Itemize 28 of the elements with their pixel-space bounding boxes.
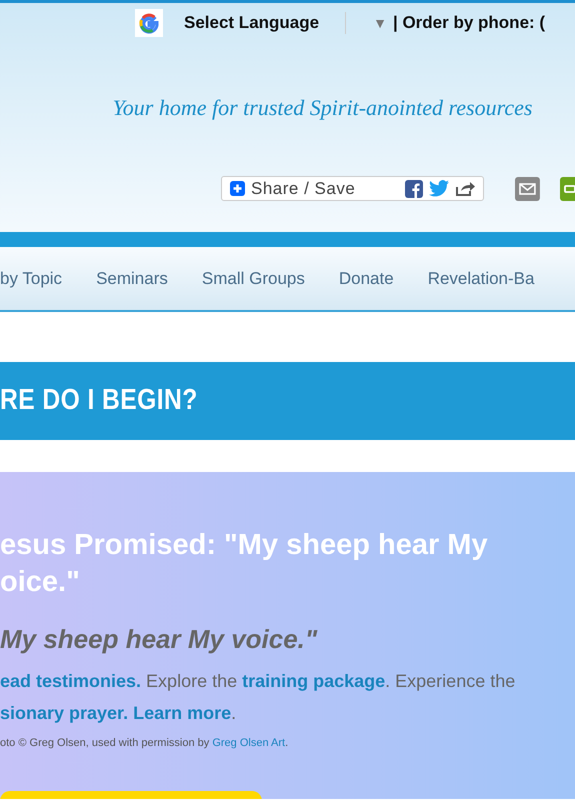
nav-link[interactable]: by Topic — [0, 266, 62, 292]
link[interactable]: sionary prayer. — [0, 703, 128, 723]
order-by-phone-text: | Order by phone: ( — [392, 12, 546, 34]
plus-icon — [230, 181, 245, 196]
google-logo-icon — [135, 9, 163, 37]
facebook-icon — [405, 180, 424, 198]
email-icon[interactable] — [515, 176, 540, 200]
link[interactable]: Greg Olsen Art — [212, 737, 286, 749]
section-heading: RE DO I BEGIN? — [0, 383, 198, 418]
nav-link[interactable]: Donate — [338, 266, 394, 292]
hero-heading-line: esus Promised: "My sheep hear My — [0, 528, 489, 563]
dropdown-caret-icon[interactable]: ▼ — [373, 12, 387, 34]
twitter-icon — [429, 180, 450, 197]
share-arrow-icon — [455, 180, 476, 197]
nav-link[interactable]: Seminars — [96, 266, 168, 292]
link[interactable]: ead testimonies. — [0, 671, 142, 691]
language-selector[interactable]: Select Language — [184, 10, 320, 36]
nav-link[interactable]: Revelation-Ba — [428, 266, 534, 292]
tagline: Your home for trusted Spirit-anointed resources — [112, 94, 532, 122]
hero-heading-line: oice." — [0, 565, 81, 600]
paragraph-line: sionary prayer. Learn more. — [0, 702, 238, 725]
share-icon[interactable] — [560, 176, 575, 200]
link[interactable]: Learn more — [133, 703, 232, 723]
paragraph-line: ead testimonies. Explore the training package. Experience the — [0, 670, 516, 693]
share-save-button[interactable]: Share / Save — [221, 176, 484, 201]
nav-link[interactable]: Small Groups — [202, 266, 305, 292]
quote: My sheep hear My voice." — [0, 623, 318, 656]
photo-credit: oto © Greg Olsen, used with permission by Greg Olsen Art. — [0, 736, 290, 751]
